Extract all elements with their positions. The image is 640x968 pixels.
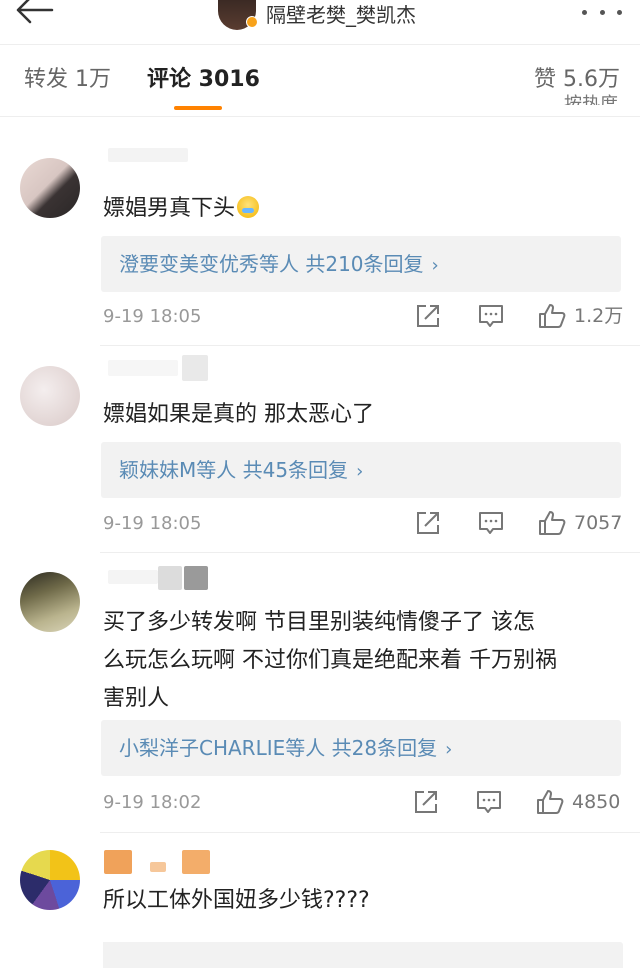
username-redacted	[108, 360, 178, 376]
crying-emoji-icon	[237, 196, 260, 218]
avatar[interactable]	[20, 366, 80, 426]
chevron-right-icon: ›	[356, 461, 364, 482]
top-bar: 隔壁老樊_樊凯杰	[0, 0, 640, 44]
comment-icon	[477, 791, 501, 813]
replies-label: 小梨洋子CHARLIE等人 共28条回复	[119, 736, 438, 760]
comment-text: 嫖娼如果是真的 那太恶心了	[103, 402, 374, 427]
username-redacted	[158, 566, 182, 590]
divider	[100, 832, 640, 833]
divider	[100, 345, 640, 346]
like-button[interactable]: 7057	[538, 510, 622, 536]
comment-text-line: 么玩怎么玩啊 不过你们真是绝配来着 千万别祸	[103, 648, 557, 673]
more-button[interactable]	[582, 2, 622, 22]
comment-text: 嫖娼男真下头	[103, 190, 613, 228]
thumbs-up-icon	[537, 790, 564, 814]
thumbs-up-icon	[539, 304, 566, 328]
share-button[interactable]	[413, 789, 439, 815]
comment-time: 9-19 18:05	[103, 513, 202, 534]
avatar[interactable]	[218, 0, 258, 30]
more-dots-icon	[582, 9, 587, 15]
share-button[interactable]	[415, 510, 441, 536]
replies-link[interactable]: 小梨洋子CHARLIE等人 共28条回复 ›	[101, 720, 621, 776]
share-icon	[415, 791, 437, 813]
divider	[100, 552, 640, 553]
replies-link[interactable]: 澄要变美变优秀等人 共210条回复 ›	[101, 236, 621, 292]
header-user[interactable]: 隔壁老樊_樊凯杰	[218, 0, 416, 30]
avatar[interactable]	[20, 572, 80, 632]
reply-button[interactable]	[478, 303, 504, 329]
header-username[interactable]: 隔壁老樊_樊凯杰	[266, 0, 416, 30]
comment-icon	[479, 512, 503, 534]
like-count: 7057	[574, 512, 623, 534]
replies-label: 澄要变美变优秀等人 共210条回复	[119, 252, 424, 276]
username-redacted	[182, 850, 210, 874]
comment-text-line: 买了多少转发啊 节目里别装纯情傻子了 该怎	[103, 610, 535, 635]
comment-time: 9-19 18:02	[103, 792, 202, 813]
avatar[interactable]	[20, 158, 80, 218]
reply-button[interactable]	[478, 510, 504, 536]
avatar[interactable]	[20, 850, 80, 910]
replies-link[interactable]: 颖妹妹M等人 共45条回复 ›	[101, 442, 621, 498]
share-icon	[417, 305, 439, 327]
tab-bar: 转发 1万 评论 3016 赞 5.6万	[0, 58, 640, 110]
replies-link[interactable]	[103, 942, 623, 968]
tab-comment[interactable]: 评论 3016	[147, 58, 260, 102]
username-redacted	[108, 570, 158, 584]
active-tab-indicator	[174, 106, 222, 110]
reply-button[interactable]	[476, 789, 502, 815]
username-redacted	[182, 355, 208, 381]
comment-icon	[479, 305, 503, 327]
more-dots-icon	[617, 9, 622, 15]
chevron-right-icon: ›	[431, 255, 439, 276]
verified-badge-icon	[246, 16, 258, 28]
comment-text-content: 嫖娼男真下头	[103, 196, 236, 221]
back-button[interactable]	[12, 0, 60, 30]
comment-text: 所以工体外国妞多少钱????	[103, 888, 370, 913]
thumbs-up-icon	[539, 511, 566, 535]
comment-text: 买了多少转发啊 节目里别装纯情傻子了 该怎 么玩怎么玩啊 不过你们真是绝配来着 …	[103, 604, 613, 718]
back-arrow-icon	[16, 0, 54, 24]
sort-toggle[interactable]: 按热度	[564, 91, 618, 105]
like-button[interactable]: 1.2万	[538, 303, 623, 329]
like-count: 4850	[572, 791, 621, 813]
username-redacted	[184, 566, 208, 590]
comment-text-line: 害别人	[103, 686, 170, 711]
replies-label: 颖妹妹M等人 共45条回复	[119, 458, 349, 482]
username-redacted	[104, 850, 132, 874]
divider	[0, 116, 640, 117]
username-redacted	[108, 148, 188, 162]
share-icon	[417, 512, 439, 534]
share-button[interactable]	[415, 303, 441, 329]
chevron-right-icon: ›	[445, 739, 453, 760]
like-button[interactable]: 4850	[536, 789, 620, 815]
username-redacted	[150, 862, 166, 872]
like-count: 1.2万	[574, 305, 624, 327]
tab-forward[interactable]: 转发 1万	[24, 58, 111, 102]
more-dots-icon	[599, 9, 605, 15]
divider	[0, 44, 640, 45]
sort-label[interactable]: 按热度	[564, 94, 618, 105]
comment-time: 9-19 18:05	[103, 306, 202, 327]
